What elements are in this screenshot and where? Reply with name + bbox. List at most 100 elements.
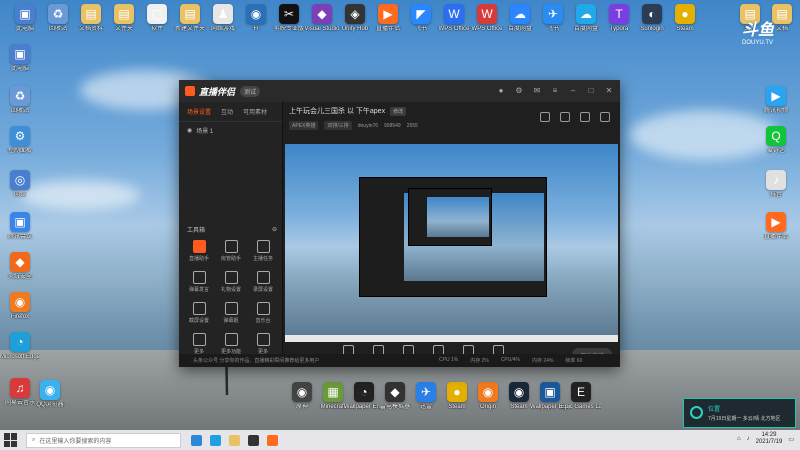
app-icon: ◉ bbox=[478, 382, 498, 402]
desktop-icon[interactable]: Q 爱奇艺 bbox=[756, 126, 796, 155]
account-name: douyin76 bbox=[357, 122, 379, 129]
app-icon: ◎ bbox=[10, 170, 30, 190]
taskbar-search[interactable]: ⌕ 在这里输入你要搜索的内容 bbox=[26, 432, 181, 448]
desktop-icon[interactable]: ▣ 此电脑 bbox=[0, 44, 40, 73]
desktop-icon[interactable]: ◎ 网络 bbox=[0, 170, 40, 199]
app-icon: ☁ bbox=[576, 4, 596, 24]
tool-item[interactable]: 弹幕发言 bbox=[183, 271, 215, 293]
tool-icon bbox=[224, 240, 238, 253]
network-icon[interactable]: ⌂ bbox=[737, 436, 741, 442]
app-icon: ◈ bbox=[345, 4, 365, 24]
desktop-icon[interactable]: ♻ 回收站 bbox=[0, 86, 40, 115]
app-icon: ▶ bbox=[766, 212, 786, 232]
douyu-watermark: 斗鱼 DOUYU.TV bbox=[742, 16, 794, 72]
tool-item[interactable]: 主播任务 bbox=[247, 240, 279, 262]
message-icon[interactable]: ✉ bbox=[532, 85, 542, 95]
tool-item[interactable]: 截屏设置 bbox=[183, 302, 215, 324]
desktop-icon[interactable]: ▶ 腾讯视频 bbox=[756, 86, 796, 115]
room-id: 998549 bbox=[384, 122, 401, 129]
desktop-icon-label: Steam bbox=[676, 26, 694, 32]
tool-label: 弹幕发言 bbox=[188, 287, 209, 293]
app-icon: ▶ bbox=[766, 86, 786, 106]
app-logo: 直播伴侣 测试 bbox=[185, 85, 261, 98]
clock[interactable]: 14:29 2021/7/19 bbox=[756, 432, 783, 446]
date: 2021/7/19 bbox=[755, 439, 783, 445]
tool-icon bbox=[192, 240, 206, 253]
app-icon: ◐ bbox=[642, 4, 662, 24]
mode-chip[interactable]: 双排/三排 bbox=[324, 121, 352, 130]
volume-icon[interactable]: ♪ bbox=[747, 436, 750, 442]
stream-title: 上午玩会儿三国杀 以 下午apex bbox=[289, 108, 386, 115]
scene-item[interactable]: ◉ 场景 1 bbox=[179, 122, 282, 139]
task-view-icon[interactable] bbox=[191, 434, 202, 446]
preview-canvas[interactable] bbox=[285, 144, 618, 342]
tool-icon bbox=[256, 240, 270, 253]
collapse-icon[interactable]: ⊖ bbox=[272, 226, 277, 233]
app-icon: ◆ bbox=[385, 382, 405, 402]
tab-interact[interactable]: 互动 bbox=[221, 107, 233, 116]
desktop-icon-label: 腾讯视频 bbox=[763, 108, 788, 114]
edge-icon[interactable] bbox=[210, 434, 221, 446]
obs-icon[interactable] bbox=[248, 434, 259, 446]
desktop-icon[interactable]: ◆ 火绒安全 bbox=[0, 252, 40, 281]
desktop-icon[interactable]: ◉ Firefox bbox=[0, 292, 40, 321]
desktop-icon[interactable]: ◉ QQ浏览器 bbox=[30, 380, 70, 409]
app-icon: ▢ bbox=[147, 4, 167, 24]
edit-title-button[interactable]: 修改 bbox=[390, 106, 407, 116]
app-icon: ▣ bbox=[540, 382, 560, 402]
maximize-icon[interactable]: □ bbox=[586, 85, 596, 95]
tool-item[interactable]: 直播助手 bbox=[183, 240, 215, 262]
system-tray: ⌂ ♪ 14:29 2021/7/19 ▭ bbox=[737, 432, 794, 446]
app-icon: ⚙ bbox=[10, 126, 30, 146]
desktop-icon[interactable]: ● Steam bbox=[665, 4, 705, 33]
desktop-icon[interactable]: ▶ 直播伴侣 bbox=[756, 212, 796, 241]
notification-title: 位置 bbox=[708, 407, 721, 413]
tool-item[interactable]: 音乐台 bbox=[247, 302, 279, 324]
layout-icon[interactable] bbox=[540, 112, 550, 122]
tool-item[interactable]: 礼物设置 bbox=[215, 271, 247, 293]
explorer-icon[interactable] bbox=[229, 434, 240, 446]
app-icon: ● bbox=[675, 4, 695, 24]
live-companion-icon[interactable] bbox=[267, 434, 278, 446]
desktop-icon-label: 直播伴侣 bbox=[763, 234, 788, 240]
start-button[interactable] bbox=[4, 433, 18, 447]
tool-item[interactable]: 录屏设置 bbox=[247, 271, 279, 293]
desktop-icon-label: Firefox bbox=[10, 314, 30, 320]
menu-icon[interactable]: ≡ bbox=[550, 85, 560, 95]
lock-icon[interactable] bbox=[560, 112, 570, 122]
eye-icon[interactable]: ◉ bbox=[187, 127, 192, 134]
tool-item[interactable]: 更多 bbox=[183, 333, 215, 355]
tool-item[interactable]: 更多 bbox=[247, 333, 279, 355]
desktop-icon[interactable]: ♪ 抖音 bbox=[756, 170, 796, 199]
version-badge[interactable]: 测试 bbox=[240, 85, 261, 97]
stream-meta: APEX英雄 双排/三排 douyin76 998549 2555 bbox=[289, 121, 614, 130]
settings-icon[interactable]: ⚙ bbox=[514, 85, 524, 95]
tab-assets[interactable]: 可用素材 bbox=[243, 107, 267, 116]
tab-scenes[interactable]: 场景设置 bbox=[187, 107, 211, 116]
desktop-icon[interactable]: E Epic Games Launcher bbox=[561, 382, 601, 411]
tool-item[interactable]: 房管助手 bbox=[215, 240, 247, 262]
status-text: 头条公众号 分享你的作品、直播精彩瞬间推荐给更多用户 bbox=[193, 358, 320, 364]
desktop-icon[interactable]: ▣ 腾讯会议 bbox=[0, 212, 40, 241]
tool-icon bbox=[192, 333, 206, 346]
close-icon[interactable]: ✕ bbox=[604, 85, 614, 95]
tool-icon bbox=[224, 271, 238, 284]
desktop-icon-label: 控制面板 bbox=[7, 148, 32, 154]
preview-taskbar bbox=[285, 335, 618, 342]
minimize-icon[interactable]: – bbox=[568, 85, 578, 95]
left-panel: 场景设置 互动 可用素材 ◉ 场景 1 工具箱 ⊖ 直播助手 房管助手 主播任务弹幕… bbox=[179, 102, 283, 367]
tools-title: 工具箱 bbox=[187, 228, 206, 234]
desktop-icon-label: 网络 bbox=[13, 192, 26, 198]
app-icon: ◉ bbox=[509, 382, 529, 402]
desktop-icon[interactable]: ◔ Microsoft Edge bbox=[0, 332, 40, 361]
tool-item[interactable]: 弹幕姬 bbox=[215, 302, 247, 324]
category-chip[interactable]: APEX英雄 bbox=[289, 121, 319, 130]
fullscreen-icon[interactable] bbox=[580, 112, 590, 122]
more-icon[interactable] bbox=[600, 112, 610, 122]
avatar-icon[interactable]: ● bbox=[496, 85, 506, 95]
notification-toast[interactable]: 位置 7月19日星期一 多云/晴 北方地区 bbox=[683, 398, 796, 428]
notification-center-icon[interactable]: ▭ bbox=[788, 436, 794, 443]
tool-item[interactable]: 更多功能 bbox=[215, 333, 247, 355]
desktop-icon[interactable]: ⚙ 控制面板 bbox=[0, 126, 40, 155]
app-icon: ▤ bbox=[114, 4, 134, 24]
